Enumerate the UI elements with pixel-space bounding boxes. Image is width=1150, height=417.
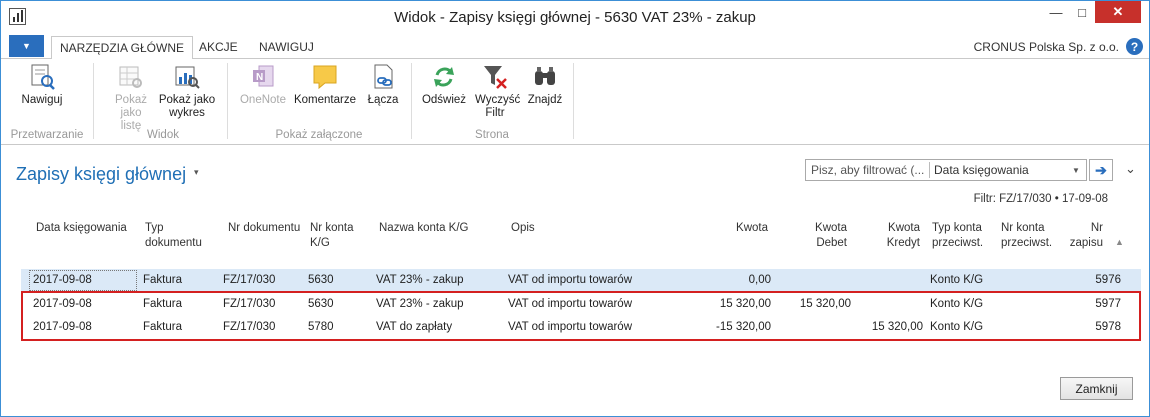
- col-header-credit-amount[interactable]: Kwota Kredyt: [863, 221, 920, 251]
- find-icon: [531, 63, 559, 91]
- tab-akcje[interactable]: AKCJE: [191, 36, 246, 60]
- help-icon[interactable]: ?: [1126, 38, 1143, 55]
- cell-description[interactable]: VAT od importu towarów: [508, 274, 632, 286]
- col-header-account-name[interactable]: Nazwa konta K/G: [379, 221, 499, 236]
- application-menu-button[interactable]: ▼: [9, 35, 44, 57]
- highlighted-rows-frame: [21, 291, 1141, 341]
- show-as-chart-label: Pokaż jako wykres: [158, 94, 216, 119]
- col-header-debit-amount[interactable]: Kwota Debet: [791, 221, 847, 251]
- find-button[interactable]: Znajdź: [523, 63, 567, 107]
- col-header-amount[interactable]: Kwota: [701, 221, 768, 236]
- onenote-icon: N: [249, 63, 277, 91]
- tab-narzedzia-glowne[interactable]: NARZĘDZIA GŁÓWNE: [51, 36, 194, 60]
- company-name: CRONUS Polska Sp. z o.o.: [973, 40, 1119, 54]
- links-button[interactable]: Łącza: [363, 63, 403, 107]
- page-title[interactable]: Zapisy księgi głównej: [16, 164, 186, 185]
- col-header-account-no[interactable]: Nr konta K/G: [310, 221, 360, 251]
- find-label: Znajdź: [527, 94, 563, 106]
- col-header-description[interactable]: Opis: [511, 221, 571, 236]
- app-window: Widok - Zapisy księgi głównej - 5630 VAT…: [0, 0, 1150, 417]
- navigate-label: Nawiguj: [21, 94, 63, 106]
- show-as-chart-button[interactable]: Pokaż jako wykres: [157, 63, 217, 120]
- close-button[interactable]: Zamknij: [1060, 377, 1133, 400]
- group-pokaz-zalaczone: Pokaż załączone: [275, 129, 363, 141]
- filter-field-select[interactable]: Data księgowania: [934, 163, 1029, 177]
- navigate-icon: [28, 63, 56, 91]
- maximize-button[interactable]: □: [1069, 1, 1095, 23]
- cell-amount[interactable]: 0,00: [661, 274, 771, 286]
- group-widok: Widok: [147, 129, 179, 141]
- clear-filter-label: Wyczyść Filtr: [475, 94, 521, 119]
- comments-button[interactable]: Komentarze: [291, 63, 359, 107]
- window-title: Widok - Zapisy księgi głównej - 5630 VAT…: [394, 9, 756, 26]
- col-header-posting-date[interactable]: Data księgowania: [36, 221, 136, 236]
- list-view-icon: [117, 63, 145, 91]
- cell-bal-account-type[interactable]: Konto K/G: [930, 274, 983, 286]
- cell-posting-date[interactable]: 2017-09-08: [33, 274, 92, 286]
- svg-text:N: N: [256, 72, 263, 83]
- ribbon: Nawiguj Pokaż jako listę Pokaż jako wykr…: [1, 59, 1149, 145]
- col-header-document-no[interactable]: Nr dokumentu: [228, 221, 303, 236]
- clear-filter-button[interactable]: Wyczyść Filtr: [471, 63, 521, 120]
- refresh-icon: [430, 63, 458, 91]
- comments-icon: [311, 63, 339, 91]
- cell-document-no[interactable]: FZ/17/030: [223, 274, 275, 286]
- filter-box: Data księgowania ▼: [805, 159, 1087, 181]
- title-bar: Widok - Zapisy księgi głównej - 5630 VAT…: [1, 1, 1149, 33]
- cell-document-type[interactable]: Faktura: [143, 274, 182, 286]
- chart-view-icon: [173, 63, 201, 91]
- links-label: Łącza: [367, 94, 399, 106]
- col-header-bal-account-type[interactable]: Typ konta przeciwst.: [932, 221, 994, 251]
- links-icon: [369, 63, 397, 91]
- close-window-button[interactable]: ✕: [1095, 1, 1141, 23]
- comments-label: Komentarze: [293, 94, 356, 106]
- minimize-button[interactable]: —: [1043, 1, 1069, 23]
- show-as-list-label: Pokaż jako listę: [115, 94, 147, 132]
- col-header-document-type[interactable]: Typ dokumentu: [145, 221, 215, 251]
- onenote-button[interactable]: N OneNote: [237, 63, 289, 107]
- collapse-chevron-icon[interactable]: ⌄: [1125, 161, 1136, 177]
- col-header-entry-no[interactable]: Nr zapisu: [1067, 221, 1103, 251]
- group-przetwarzanie: Przetwarzanie: [10, 129, 84, 141]
- apply-filter-arrow-icon[interactable]: ➔: [1089, 159, 1113, 181]
- navigate-button[interactable]: Nawiguj: [11, 63, 73, 107]
- cell-entry-no[interactable]: 5976: [1061, 274, 1121, 286]
- onenote-label: OneNote: [239, 94, 287, 106]
- refresh-button[interactable]: Odśwież: [419, 63, 469, 107]
- active-filter-text: Filtr: FZ/17/030 • 17-09-08: [973, 193, 1108, 205]
- tab-nawiguj[interactable]: NAWIGUJ: [251, 36, 322, 60]
- cell-account-no[interactable]: 5630: [308, 274, 334, 286]
- col-header-bal-account-no[interactable]: Nr konta przeciwst.: [1001, 221, 1063, 251]
- sort-ascending-icon[interactable]: ▲: [1115, 237, 1124, 247]
- table-row[interactable]: 2017-09-08 Faktura FZ/17/030 5630 VAT 23…: [21, 269, 1141, 292]
- title-dropdown-icon[interactable]: ▾: [194, 167, 199, 178]
- cell-account-name[interactable]: VAT 23% - zakup: [376, 274, 464, 286]
- ribbon-tab-bar: ▼ NARZĘDZIA GŁÓWNE AKCJE NAWIGUJ CRONUS …: [1, 33, 1149, 60]
- search-filter-input[interactable]: [806, 160, 929, 180]
- refresh-label: Odśwież: [421, 94, 467, 106]
- group-strona: Strona: [475, 129, 509, 141]
- show-as-list-button[interactable]: Pokaż jako listę: [109, 63, 153, 133]
- clear-filter-icon: [481, 63, 509, 91]
- filter-field-dropdown-icon[interactable]: ▼: [1072, 166, 1080, 175]
